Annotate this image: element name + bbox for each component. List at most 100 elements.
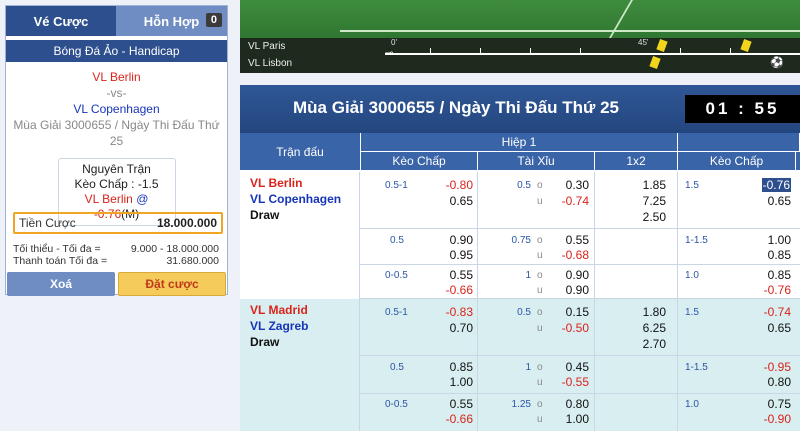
- col-divider: [594, 172, 595, 228]
- handicap2-home-odds[interactable]: 0.75: [751, 397, 791, 411]
- handicap2-away-odds[interactable]: 0.80: [751, 375, 791, 389]
- slip-away-team: VL Copenhagen: [73, 102, 160, 116]
- place-bet-button[interactable]: Đặt cược: [118, 272, 226, 296]
- 1x2-away-odds[interactable]: 7.25: [626, 194, 666, 208]
- ou-over-odds[interactable]: 0.45: [549, 360, 589, 374]
- slip-handicap: Kèo Chấp : -1.5: [74, 177, 159, 191]
- home-team: VL Madrid: [250, 303, 308, 317]
- timeline-tick: [530, 48, 531, 54]
- handicap2-away-odds[interactable]: 0.65: [751, 194, 791, 208]
- ou-under-odds[interactable]: 1.00: [549, 412, 589, 426]
- handicap-away-odds[interactable]: 1.00: [433, 375, 473, 389]
- ou-over-flag: o: [537, 180, 543, 191]
- ou-over-odds[interactable]: 0.15: [549, 305, 589, 319]
- parlay-count-badge: 0: [205, 13, 222, 27]
- handicap-away-odds[interactable]: 0.95: [433, 248, 473, 262]
- ou-over-odds[interactable]: 0.80: [549, 397, 589, 411]
- handicap2-home-odds[interactable]: 0.85: [751, 268, 791, 282]
- ou-line: 1.25: [511, 399, 531, 410]
- timeline-start-label: 0': [391, 38, 397, 47]
- handicap-home-odds[interactable]: 0.85: [433, 360, 473, 374]
- pitch-line: [609, 0, 633, 38]
- ball-icon: ⚽: [770, 57, 784, 69]
- 1x2-draw-odds[interactable]: 2.50: [626, 210, 666, 224]
- tab-parlay[interactable]: Hỗn Hợp 0: [116, 6, 227, 36]
- odds-row: 0.5 0.85 1.00 1 o u 0.45 -0.55 1-1.5 -0.…: [360, 356, 800, 394]
- col-divider: [594, 265, 595, 298]
- odds-board: Mùa Giải 3000655 / Ngày Thi Đấu Thứ 25 0…: [240, 85, 800, 431]
- handicap-home-odds[interactable]: -0.83: [433, 305, 473, 319]
- ou-over-flag: o: [537, 235, 543, 246]
- yellow-card-icon: [740, 38, 752, 53]
- tab-single-bet[interactable]: Vé Cược: [6, 6, 116, 36]
- handicap-away-odds[interactable]: -0.66: [433, 412, 473, 426]
- bet-slip: Vé Cược Hỗn Hợp 0 Bóng Đá Ảo - Handicap …: [5, 5, 228, 296]
- clear-button[interactable]: Xoá: [7, 272, 115, 296]
- handicap2-away-odds[interactable]: -0.90: [751, 412, 791, 426]
- handicap2-away-odds[interactable]: 0.85: [751, 248, 791, 262]
- timeline-team-top: VL Paris: [248, 41, 286, 52]
- handicap2-home-odds[interactable]: -0.74: [751, 305, 791, 319]
- ou-under-flag: u: [537, 285, 543, 296]
- handicap2-home-odds[interactable]: 1.00: [751, 233, 791, 247]
- handicap2-home-odds[interactable]: -0.76: [751, 178, 791, 192]
- timeline-tick: [680, 48, 681, 54]
- match-section: VL Madrid VL Zagreb Draw 0.5-1 -0.83 0.7…: [240, 299, 800, 431]
- col-divider: [477, 394, 478, 431]
- ou-under-odds[interactable]: -0.50: [549, 321, 589, 335]
- 1x2-away-odds[interactable]: 6.25: [626, 321, 666, 335]
- handicap-line: 0-0.5: [385, 399, 408, 410]
- away-team: VL Copenhagen: [250, 192, 342, 206]
- match-video[interactable]: VL Paris VL Lisbon 0' 45' ⊸ ⚽: [240, 0, 800, 73]
- ou-over-odds[interactable]: 0.55: [549, 233, 589, 247]
- away-team: VL Zagreb: [250, 319, 309, 333]
- countdown-timer: 01 : 55: [685, 95, 800, 123]
- min-max-value: 9.000 - 18.000.000: [130, 243, 219, 255]
- match-section: VL Berlin VL Copenhagen Draw 0.5-1 -0.80…: [240, 172, 800, 299]
- handicap-home-odds[interactable]: 0.55: [433, 268, 473, 282]
- col-divider: [677, 394, 678, 431]
- ou-under-flag: u: [537, 323, 543, 334]
- handicap-line: 0.5: [390, 235, 404, 246]
- slip-match-info: VL Berlin -vs- VL Copenhagen Mùa Giải 30…: [6, 62, 227, 149]
- handicap2-home-odds[interactable]: -0.95: [751, 360, 791, 374]
- ou-under-odds[interactable]: -0.74: [549, 194, 589, 208]
- ou-under-flag: u: [537, 414, 543, 425]
- ou-under-flag: u: [537, 196, 543, 207]
- handicap2-away-odds[interactable]: -0.76: [751, 283, 791, 297]
- 1x2-home-odds[interactable]: 1.85: [626, 178, 666, 192]
- ou-under-odds[interactable]: -0.55: [549, 375, 589, 389]
- handicap-home-odds[interactable]: -0.80: [433, 178, 473, 192]
- ou-over-odds[interactable]: 0.30: [549, 178, 589, 192]
- max-payout-value: 31.680.000: [166, 255, 219, 267]
- handicap-home-odds[interactable]: 0.90: [433, 233, 473, 247]
- handicap-home-odds[interactable]: 0.55: [433, 397, 473, 411]
- handicap-line: 0.5: [390, 362, 404, 373]
- col-divider: [477, 356, 478, 393]
- pitch-view: [240, 0, 800, 38]
- selected-odds[interactable]: -0.76: [761, 178, 791, 192]
- stake-input[interactable]: Tiền Cược 18.000.000: [13, 212, 223, 234]
- col-divider: [477, 172, 478, 228]
- handicap2-line: 1.0: [685, 270, 699, 281]
- home-team: VL Berlin: [250, 176, 303, 190]
- handicap-away-odds[interactable]: -0.66: [433, 283, 473, 297]
- bet-limits: Tối thiểu - Tối đa = 9.000 - 18.000.000 …: [13, 243, 223, 267]
- handicap-away-odds[interactable]: 0.70: [433, 321, 473, 335]
- ou-over-odds[interactable]: 0.90: [549, 268, 589, 282]
- whistle-icon: ⊸: [385, 48, 394, 59]
- handicap-away-odds[interactable]: 0.65: [433, 194, 473, 208]
- ou-under-odds[interactable]: 0.90: [549, 283, 589, 297]
- yellow-card-icon: [649, 55, 661, 70]
- ou-under-odds[interactable]: -0.68: [549, 248, 589, 262]
- handicap-line: 0-0.5: [385, 270, 408, 281]
- timeline-tick: [430, 48, 431, 54]
- 1x2-home-odds[interactable]: 1.80: [626, 305, 666, 319]
- col-divider: [677, 229, 678, 264]
- col-over-under: Tài Xỉu: [478, 152, 595, 171]
- col-fulltime: [678, 133, 800, 152]
- 1x2-draw-odds[interactable]: 2.70: [626, 337, 666, 351]
- slip-pick-at: @: [136, 192, 149, 206]
- handicap2-line: 1.0: [685, 399, 699, 410]
- handicap2-away-odds[interactable]: 0.65: [751, 321, 791, 335]
